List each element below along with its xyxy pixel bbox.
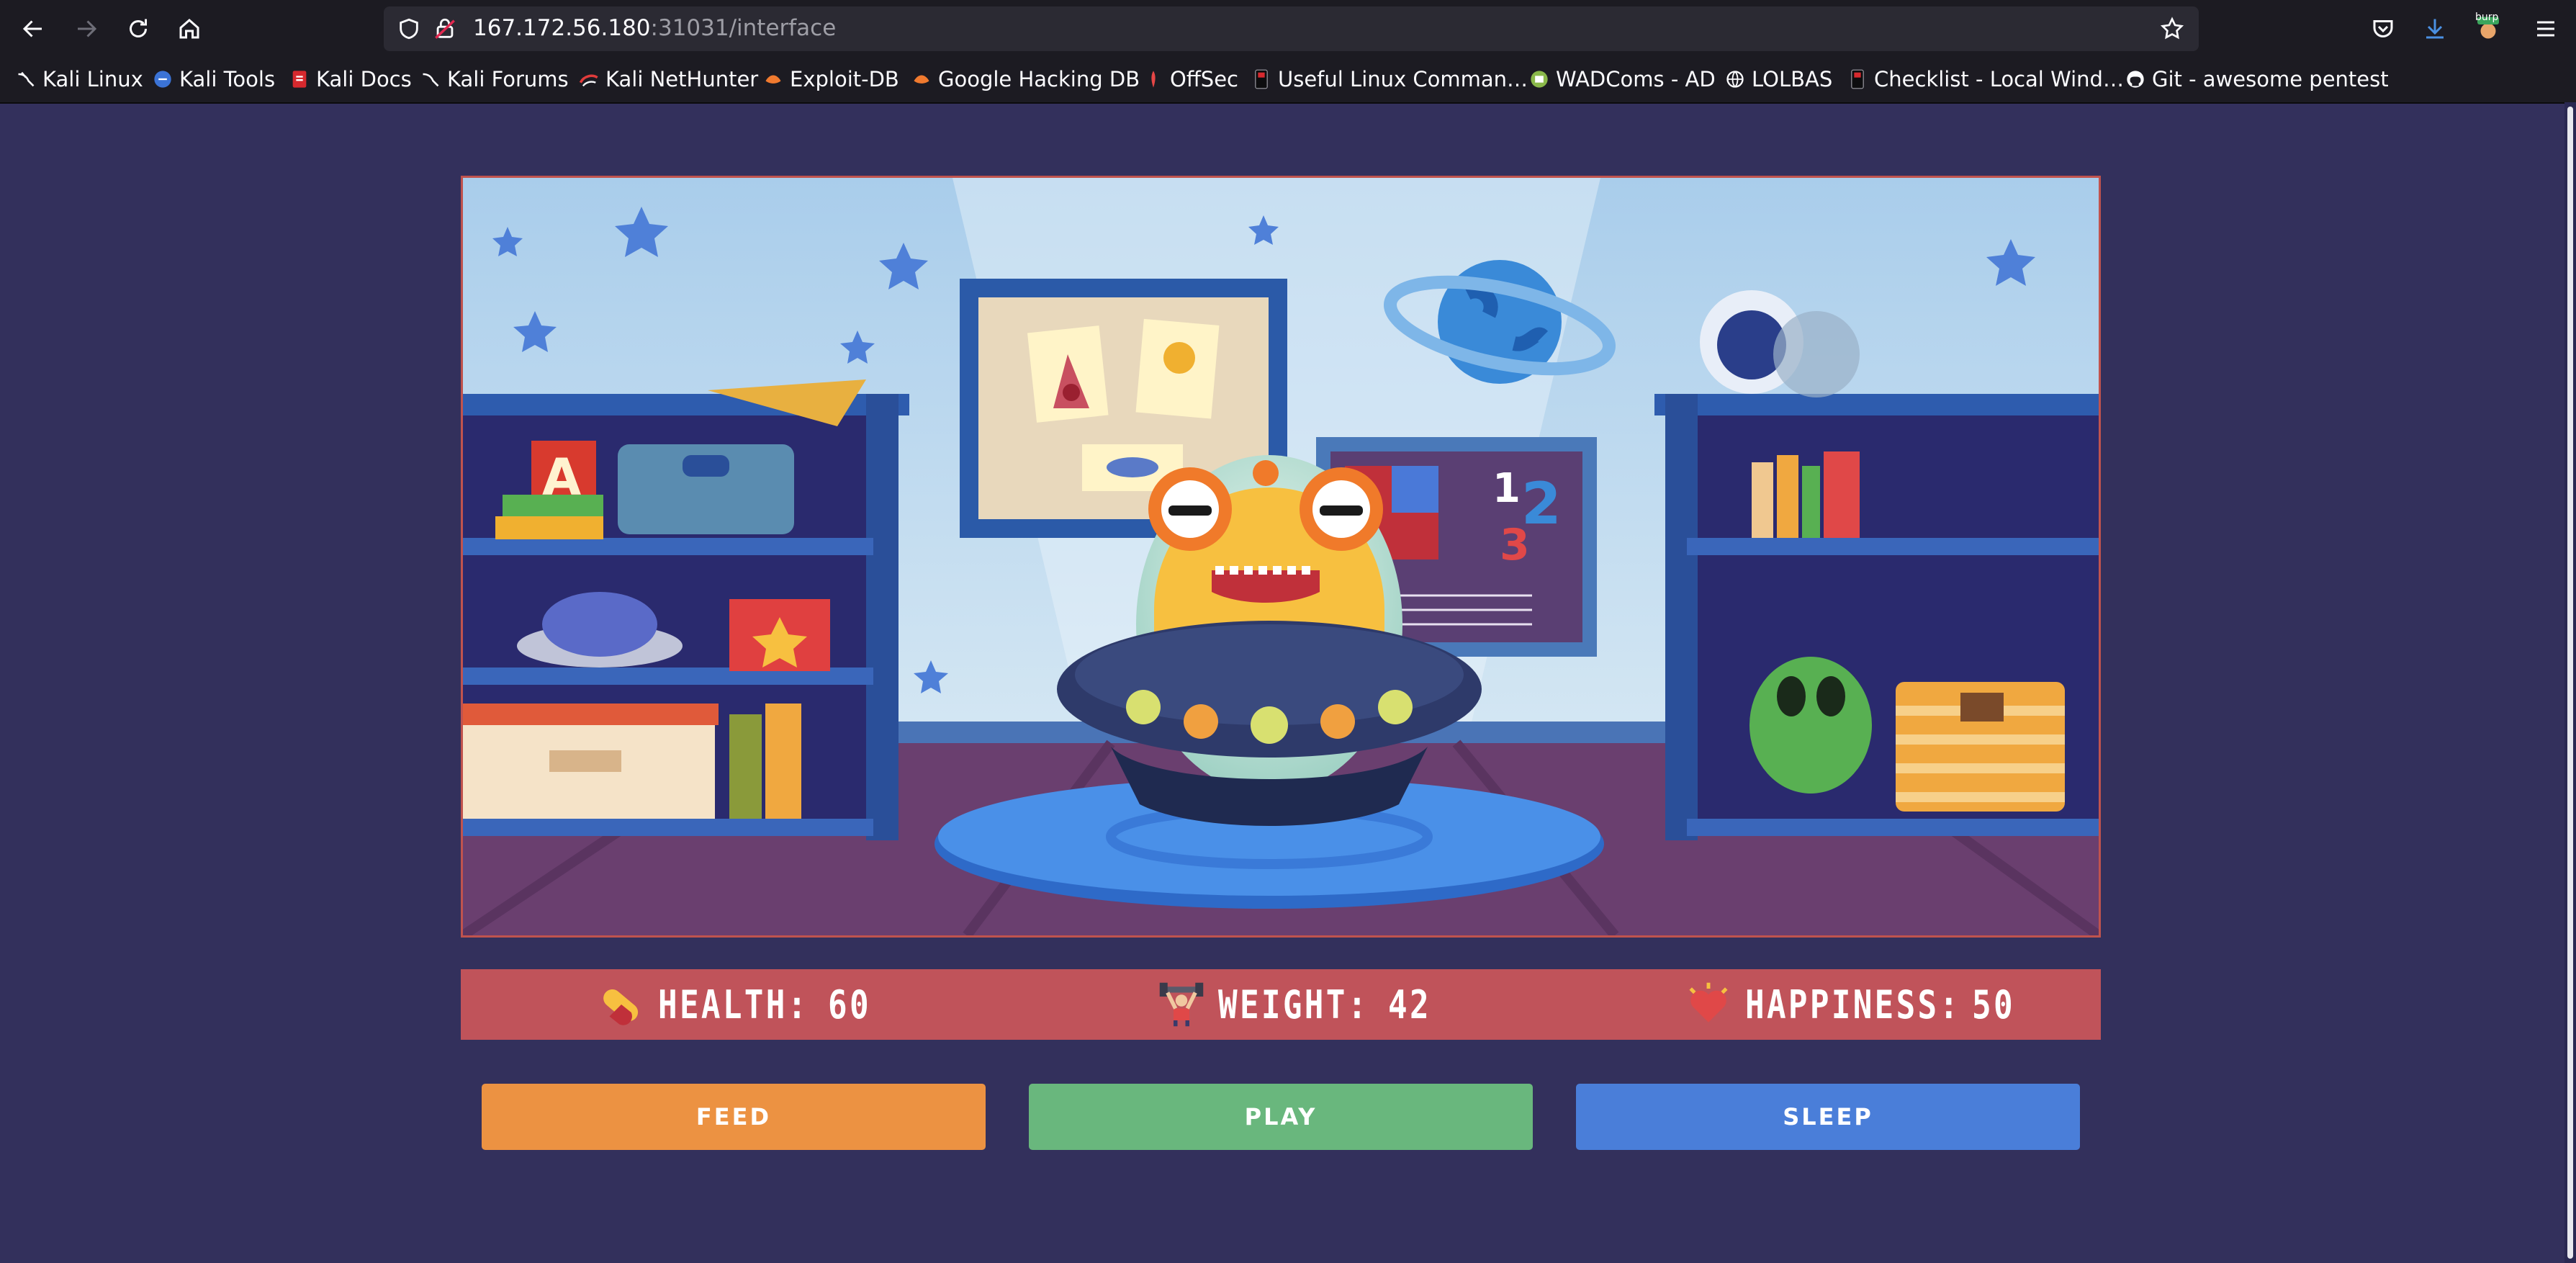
- weight-label: WEIGHT:: [1218, 981, 1369, 1028]
- menu-button[interactable]: [2527, 10, 2564, 48]
- pocket-icon: [2373, 20, 2393, 37]
- pet-room-scene: 1 2 3 A: [461, 176, 2101, 938]
- weightlifter-icon: [1159, 982, 1204, 1027]
- bookmarks-toolbar: Kali Linux Kali Tools Kali Docs Kali For…: [0, 58, 2576, 104]
- feed-button[interactable]: FEED: [482, 1084, 986, 1150]
- address-bar[interactable]: 167.172.56.180:31031/interface: [384, 6, 2199, 51]
- bookmark-label: Kali Docs: [316, 67, 412, 91]
- weight-value: 42: [1387, 981, 1431, 1028]
- kali-tools-icon: [153, 69, 173, 89]
- board-number-1: 1: [1492, 465, 1521, 512]
- browser-navbar: 167.172.56.180:31031/interface burp: [0, 0, 2576, 58]
- burp-extension-button[interactable]: burp: [2469, 10, 2507, 48]
- board-number-3: 3: [1500, 520, 1530, 570]
- bookmark-ghdb[interactable]: Google Hacking DB: [911, 65, 1140, 94]
- bookmark-checklist-local-windows[interactable]: Checklist - Local Wind…: [1847, 65, 2124, 94]
- reload-icon: [130, 19, 147, 37]
- exploit-db-icon: [763, 69, 783, 89]
- pill-icon: [603, 989, 639, 1025]
- kali-docs-icon: [289, 69, 310, 89]
- bookmark-kali-forums[interactable]: Kali Forums: [420, 65, 569, 94]
- scrollbar-thumb[interactable]: [2567, 107, 2573, 1259]
- happiness-stat: HAPPINESS: 50: [1685, 969, 2025, 1040]
- play-button[interactable]: PLAY: [1029, 1084, 1533, 1150]
- shield-icon: [400, 18, 418, 40]
- left-bookshelf: A: [463, 379, 909, 840]
- sleep-button[interactable]: SLEEP: [1576, 1084, 2080, 1150]
- bookmark-label: OffSec: [1170, 67, 1239, 91]
- pocket-button[interactable]: [2364, 10, 2402, 48]
- home-button[interactable]: [171, 10, 208, 48]
- globe-icon: [1725, 69, 1745, 89]
- terminal-icon: [1847, 69, 1868, 89]
- bookmark-label: WADComs - AD: [1556, 67, 1716, 91]
- bookmark-label: Git - awesome pentest: [2152, 67, 2389, 91]
- bookmark-kali-docs[interactable]: Kali Docs: [289, 65, 412, 94]
- happiness-label: HAPPINESS:: [1745, 981, 1961, 1028]
- url-host: 167.172.56.180: [473, 15, 651, 41]
- kali-forums-icon: [420, 69, 441, 89]
- back-button[interactable]: [14, 10, 52, 48]
- bookmark-lolbas[interactable]: LOLBAS: [1725, 65, 1832, 94]
- arrow-right-icon: [78, 20, 97, 37]
- room-illustration: 1 2 3 A: [463, 178, 2099, 935]
- bookmark-label: Kali Tools: [179, 67, 276, 91]
- reload-button[interactable]: [120, 10, 157, 48]
- bookmark-label: Kali Linux: [42, 67, 143, 91]
- insecure-lock-icon[interactable]: [433, 17, 457, 41]
- github-icon: [2125, 69, 2145, 89]
- bookmark-offsec[interactable]: OffSec: [1143, 65, 1238, 94]
- terminal-icon: [1251, 69, 1271, 89]
- bookmark-wadcoms[interactable]: WADComs - AD: [1529, 65, 1716, 94]
- bookmark-kali-linux[interactable]: Kali Linux: [16, 65, 143, 94]
- kali-dragon-icon: [16, 69, 36, 89]
- ghdb-icon: [911, 69, 932, 89]
- happiness-value: 50: [1972, 981, 2015, 1028]
- bookmark-label: Exploit-DB: [790, 67, 899, 91]
- nethunter-icon: [579, 69, 599, 89]
- bookmark-label: Kali NetHunter: [605, 67, 759, 91]
- bookmark-useful-linux-commands[interactable]: Useful Linux Comman…: [1251, 65, 1528, 94]
- offsec-icon: [1143, 69, 1163, 89]
- wadcoms-icon: [1529, 69, 1549, 89]
- health-value: 60: [827, 981, 871, 1028]
- arrow-left-icon: [22, 20, 42, 37]
- weight-stat: WEIGHT: 42: [1158, 969, 1441, 1040]
- download-icon: [2426, 19, 2444, 39]
- health-stat: HEALTH: 60: [598, 969, 881, 1040]
- bookmark-git-awesome-pentest[interactable]: Git - awesome pentest: [2125, 65, 2389, 94]
- bookmark-label: LOLBAS: [1752, 67, 1833, 91]
- bookmark-kali-nethunter[interactable]: Kali NetHunter: [579, 65, 758, 94]
- url-path: :31031/interface: [650, 15, 837, 41]
- health-label: HEALTH:: [658, 981, 809, 1028]
- downloads-button[interactable]: [2416, 10, 2454, 48]
- pet-stats-bar: HEALTH: 60 WEIGHT: 42 HAPPINESS: 50: [461, 969, 2101, 1040]
- bookmark-label: Kali Forums: [447, 67, 569, 91]
- home-icon: [179, 19, 199, 39]
- bookmark-kali-tools[interactable]: Kali Tools: [153, 65, 275, 94]
- hamburger-menu-icon: [2537, 21, 2554, 37]
- burp-badge: burp: [2475, 12, 2499, 23]
- bookmark-label: Google Hacking DB: [938, 67, 1140, 91]
- bookmark-star-icon[interactable]: [2159, 16, 2185, 42]
- url-text: 167.172.56.180:31031/interface: [473, 15, 836, 41]
- bookmark-label: Checklist - Local Wind…: [1874, 67, 2124, 91]
- bookmark-exploit-db[interactable]: Exploit-DB: [763, 65, 899, 94]
- bookmark-label: Useful Linux Comman…: [1278, 67, 1528, 91]
- heart-icon: [1689, 982, 1728, 1022]
- forward-button[interactable]: [68, 10, 105, 48]
